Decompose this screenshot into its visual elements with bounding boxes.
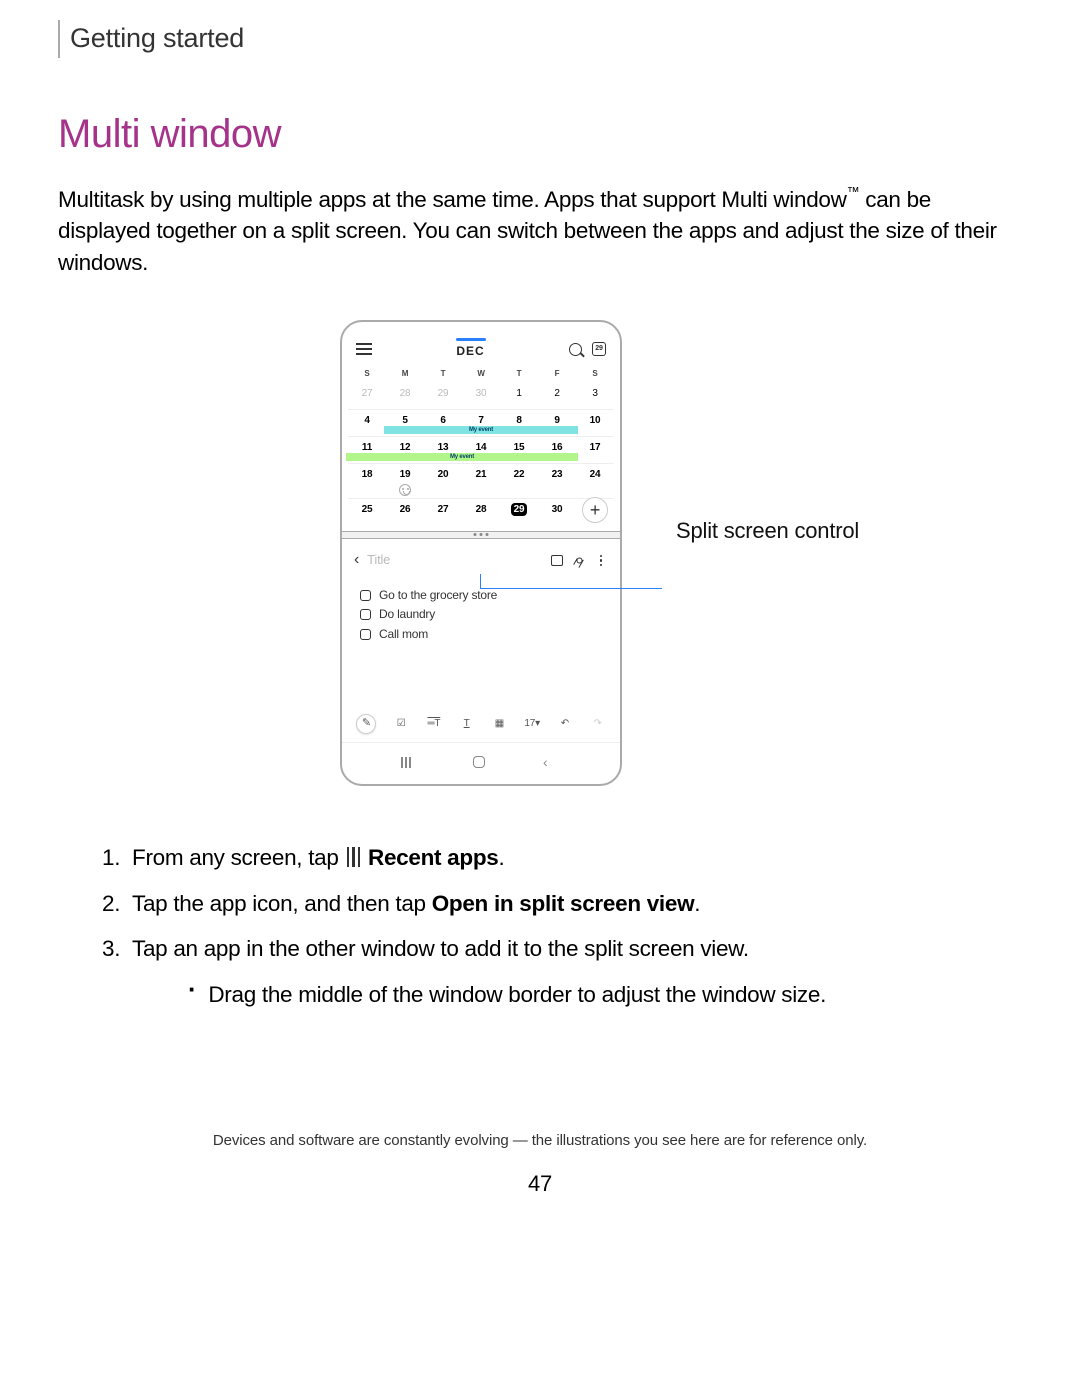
calendar-day[interactable]: 4 — [348, 410, 386, 436]
calendar-day[interactable]: 27 — [424, 499, 462, 525]
calendar-day[interactable]: 28 — [386, 383, 424, 409]
calendar-day[interactable]: 16 — [538, 437, 576, 463]
calendar-day[interactable]: 23 — [538, 464, 576, 498]
checkbox-icon[interactable] — [360, 609, 371, 620]
calendar-day[interactable]: 1 — [500, 383, 538, 409]
step-3-sub-text: Drag the middle of the window border to … — [208, 979, 826, 1011]
page-title: Multi window — [58, 106, 1022, 162]
step-1-bold: Recent apps — [368, 845, 499, 870]
text-format-icon[interactable]: ═T — [426, 716, 442, 732]
day-header: S — [576, 364, 614, 383]
search-icon[interactable] — [569, 343, 582, 356]
section-header: Getting started — [70, 20, 1022, 58]
navigation-bar: ‹ — [342, 742, 620, 785]
today-icon[interactable]: 29 — [592, 342, 606, 356]
insert-icon[interactable]: ▦ — [491, 716, 507, 732]
calendar-day[interactable]: 26 — [386, 499, 424, 525]
day-header: T — [424, 364, 462, 383]
step-3-bullet: Drag the middle of the window border to … — [188, 979, 1022, 1011]
text-style-icon[interactable]: T — [459, 716, 475, 732]
calendar-day[interactable]: 25 — [348, 499, 386, 525]
tab-indicator — [456, 338, 486, 341]
handwriting-icon[interactable]: ✎ — [356, 714, 376, 734]
calendar-day[interactable]: 22 — [500, 464, 538, 498]
calendar-day[interactable]: 28 — [462, 499, 500, 525]
day-header: T — [500, 364, 538, 383]
footnote: Devices and software are constantly evol… — [58, 1130, 1022, 1151]
attach-icon[interactable] — [572, 553, 586, 567]
redo-icon[interactable]: ↷ — [590, 716, 606, 732]
split-screen-control[interactable] — [342, 531, 620, 539]
calendar-day[interactable]: 19 — [386, 464, 424, 498]
calendar-day[interactable]: 2 — [538, 383, 576, 409]
calendar-day[interactable]: 30 — [538, 499, 576, 525]
calendar-day[interactable]: 27 — [348, 383, 386, 409]
calendar-day[interactable]: 30 — [462, 383, 500, 409]
checklist-text: Do laundry — [379, 606, 435, 623]
step-2-text: Tap the app icon, and then tap — [132, 891, 432, 916]
step-1: 1. From any screen, tap Recent apps. — [102, 842, 1022, 874]
hamburger-icon[interactable] — [356, 343, 372, 355]
step-2-bold: Open in split screen view — [432, 891, 695, 916]
calendar-day[interactable]: 20 — [424, 464, 462, 498]
calendar-day[interactable]: 6 — [424, 410, 462, 436]
day-header: S — [348, 364, 386, 383]
intro-paragraph: Multitask by using multiple apps at the … — [58, 184, 1022, 279]
calendar-day[interactable]: 14 — [462, 437, 500, 463]
reader-icon[interactable] — [550, 553, 564, 567]
step-1-text: From any screen, tap — [132, 845, 339, 870]
checkbox-icon[interactable] — [360, 629, 371, 640]
checklist-item[interactable]: Call mom — [360, 626, 602, 643]
back-button[interactable]: ‹ — [543, 753, 561, 773]
calendar-day[interactable]: 29 — [500, 499, 538, 525]
calendar-day[interactable]: 9 — [538, 410, 576, 436]
day-header: M — [386, 364, 424, 383]
calendar-day[interactable]: 10 — [576, 410, 614, 436]
note-toolbar: ✎ ☑ ═T T ▦ 17▾ ↶ ↷ — [342, 706, 620, 742]
calendar-day[interactable]: 12 — [386, 437, 424, 463]
step-3: 3. Tap an app in the other window to add… — [102, 933, 1022, 965]
checkbox-icon[interactable] — [360, 590, 371, 601]
emoji-icon — [399, 484, 411, 496]
calendar-day[interactable]: 13 — [424, 437, 462, 463]
calendar-day[interactable]: 5My event — [386, 410, 424, 436]
calendar-day[interactable]: 8 — [500, 410, 538, 436]
phone-illustration: DEC 29 SMTWTFS 2728293012345My event6789… — [340, 320, 622, 786]
calendar-day[interactable]: 11My event — [348, 437, 386, 463]
checkbox-tool-icon[interactable]: ☑ — [393, 716, 409, 732]
callout-label: Split screen control — [676, 516, 859, 547]
calendar-day[interactable]: 3 — [576, 383, 614, 409]
day-header: F — [538, 364, 576, 383]
calendar-day[interactable]: 17 — [576, 437, 614, 463]
step-3-text: Tap an app in the other window to add it… — [132, 933, 749, 965]
trademark: ™ — [847, 184, 860, 199]
calendar-day[interactable]: 18 — [348, 464, 386, 498]
calendar-day[interactable]: 21 — [462, 464, 500, 498]
day-header: W — [462, 364, 500, 383]
checklist-text: Call mom — [379, 626, 428, 643]
intro-text-1: Multitask by using multiple apps at the … — [58, 187, 847, 212]
font-size-control[interactable]: 17▾ — [524, 716, 540, 732]
recent-apps-button[interactable] — [401, 757, 415, 768]
calendar-day[interactable]: 24 — [576, 464, 614, 498]
home-button[interactable] — [473, 756, 485, 768]
calendar-day[interactable]: 29 — [424, 383, 462, 409]
checklist-item[interactable]: Do laundry — [360, 606, 602, 623]
callout-leader-line — [480, 588, 662, 589]
step-2: 2. Tap the app icon, and then tap Open i… — [102, 888, 1022, 920]
more-icon[interactable] — [594, 553, 608, 567]
back-icon[interactable]: ‹ — [354, 549, 359, 571]
month-label: DEC — [456, 343, 486, 360]
note-title-input[interactable]: Title — [367, 551, 542, 569]
page-number: 47 — [58, 1169, 1022, 1200]
recent-apps-icon — [347, 847, 361, 867]
calendar-day[interactable]: 15 — [500, 437, 538, 463]
undo-icon[interactable]: ↶ — [557, 716, 573, 732]
calendar-day[interactable]: 7 — [462, 410, 500, 436]
